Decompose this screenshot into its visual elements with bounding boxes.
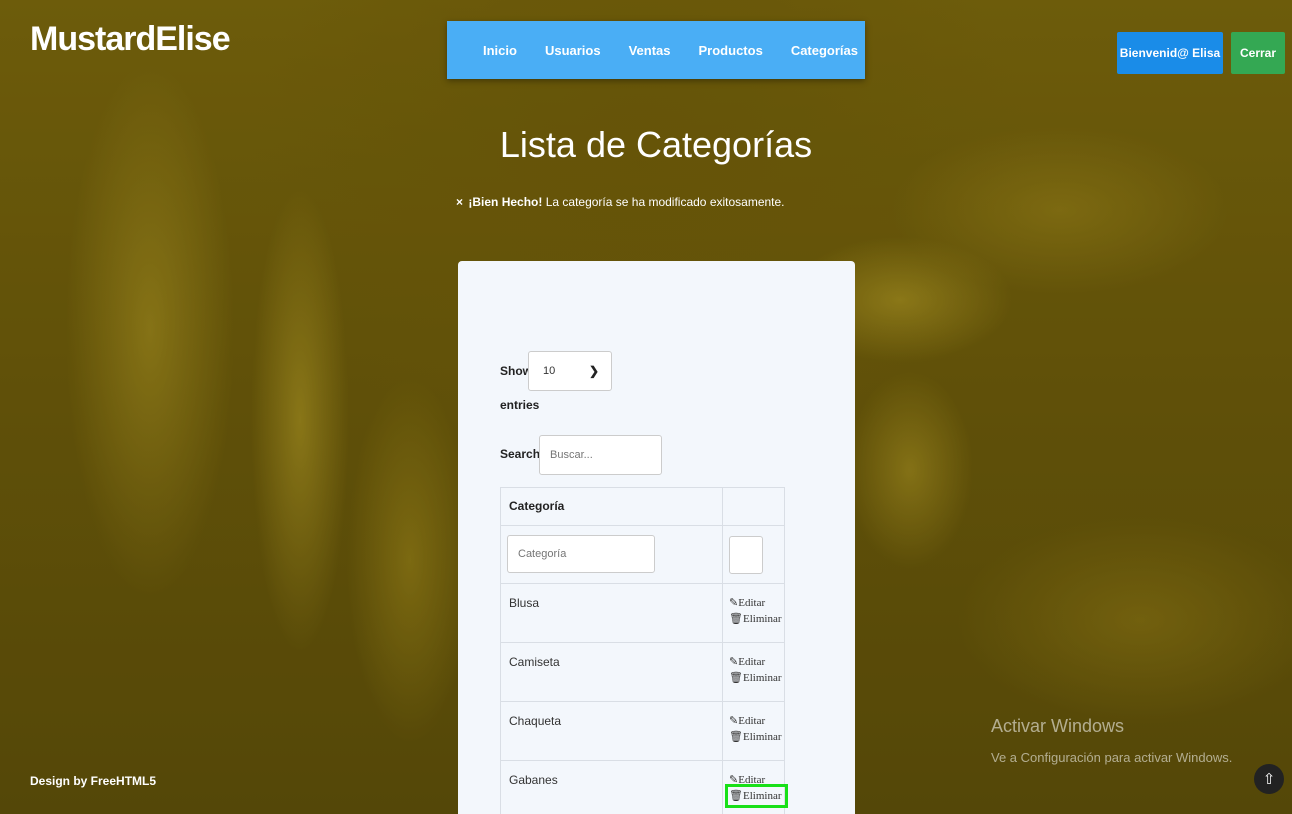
category-name: Blusa (499, 583, 724, 643)
page-title: Lista de Categorías (499, 124, 813, 165)
actions-filter-box[interactable] (729, 536, 764, 574)
nav-item-usuarios[interactable]: Usuarios (545, 43, 601, 58)
nav-item-categorias[interactable]: Categorías (791, 43, 858, 58)
page-size-value: 10 (543, 365, 556, 377)
column-header-categoria[interactable]: Categoría (499, 487, 724, 526)
logout-button[interactable]: Cerrar (1231, 32, 1285, 74)
share-icon[interactable]: ⇧ (1254, 764, 1284, 794)
windows-activation-title: Activar Windows (991, 716, 1125, 736)
chevron-down-icon: ❯ (588, 364, 599, 378)
edit-label: Editar (738, 774, 766, 786)
edit-link[interactable]: ✎Editar (729, 654, 784, 670)
table-row: Chaqueta ✎Editar 🗑Eliminar (499, 701, 785, 761)
category-filter-input[interactable] (507, 535, 655, 573)
alert-strong-text: ¡Bien Hecho! (468, 195, 543, 209)
edit-link[interactable]: ✎Editar (729, 772, 784, 788)
entries-label: entries (500, 398, 540, 412)
edit-link[interactable]: ✎Editar (729, 595, 784, 611)
welcome-user-button[interactable]: Bienvenid@ Elisa (1117, 32, 1223, 74)
alert-close-button[interactable]: × (456, 195, 463, 209)
delete-label: Eliminar (743, 613, 782, 625)
categories-table: Categoría Blusa ✎Editar 🗑Eliminar Camise… (499, 487, 788, 814)
nav-item-inicio[interactable]: Inicio (483, 43, 517, 58)
category-name: Gabanes (499, 760, 724, 814)
delete-label: Eliminar (743, 731, 782, 743)
nav-item-ventas[interactable]: Ventas (629, 43, 671, 58)
table-row: Camiseta ✎Editar 🗑Eliminar (499, 642, 785, 702)
delete-link[interactable]: 🗑Eliminar (729, 729, 784, 745)
nav-item-productos[interactable]: Productos (699, 43, 763, 58)
edit-label: Editar (738, 715, 766, 727)
page-size-select[interactable]: 10 ❯ (528, 351, 612, 391)
delete-link-highlighted[interactable]: 🗑Eliminar (725, 784, 788, 808)
table-row: Blusa ✎Editar 🗑Eliminar (499, 583, 785, 643)
category-name: Camiseta (499, 642, 724, 702)
column-header-actions (722, 487, 785, 526)
edit-link[interactable]: ✎Editar (729, 713, 784, 729)
brand-logo[interactable]: MustardElise (30, 20, 231, 59)
alert-message: La categoría se ha modificado exitosamen… (542, 195, 785, 209)
success-alert: × ¡Bien Hecho! La categoría se ha modifi… (456, 195, 785, 209)
search-label: Search: (500, 447, 545, 461)
filter-row (499, 525, 785, 584)
table-header-row: Categoría (499, 487, 785, 526)
category-name: Chaqueta (499, 701, 724, 761)
windows-activation-subtitle: Ve a Configuración para activar Windows. (991, 750, 1233, 765)
edit-label: Editar (738, 597, 766, 609)
delete-label: Eliminar (743, 790, 782, 802)
search-input[interactable] (539, 435, 662, 475)
delete-label: Eliminar (743, 672, 782, 684)
main-nav: Inicio Usuarios Ventas Productos Categor… (447, 21, 865, 79)
table-row: Gabanes ✎Editar 🗑Eliminar (499, 760, 788, 814)
delete-link[interactable]: 🗑Eliminar (729, 670, 784, 686)
footer-credit[interactable]: Design by FreeHTML5 (30, 774, 156, 788)
edit-label: Editar (738, 656, 766, 668)
delete-link[interactable]: 🗑Eliminar (729, 611, 784, 627)
